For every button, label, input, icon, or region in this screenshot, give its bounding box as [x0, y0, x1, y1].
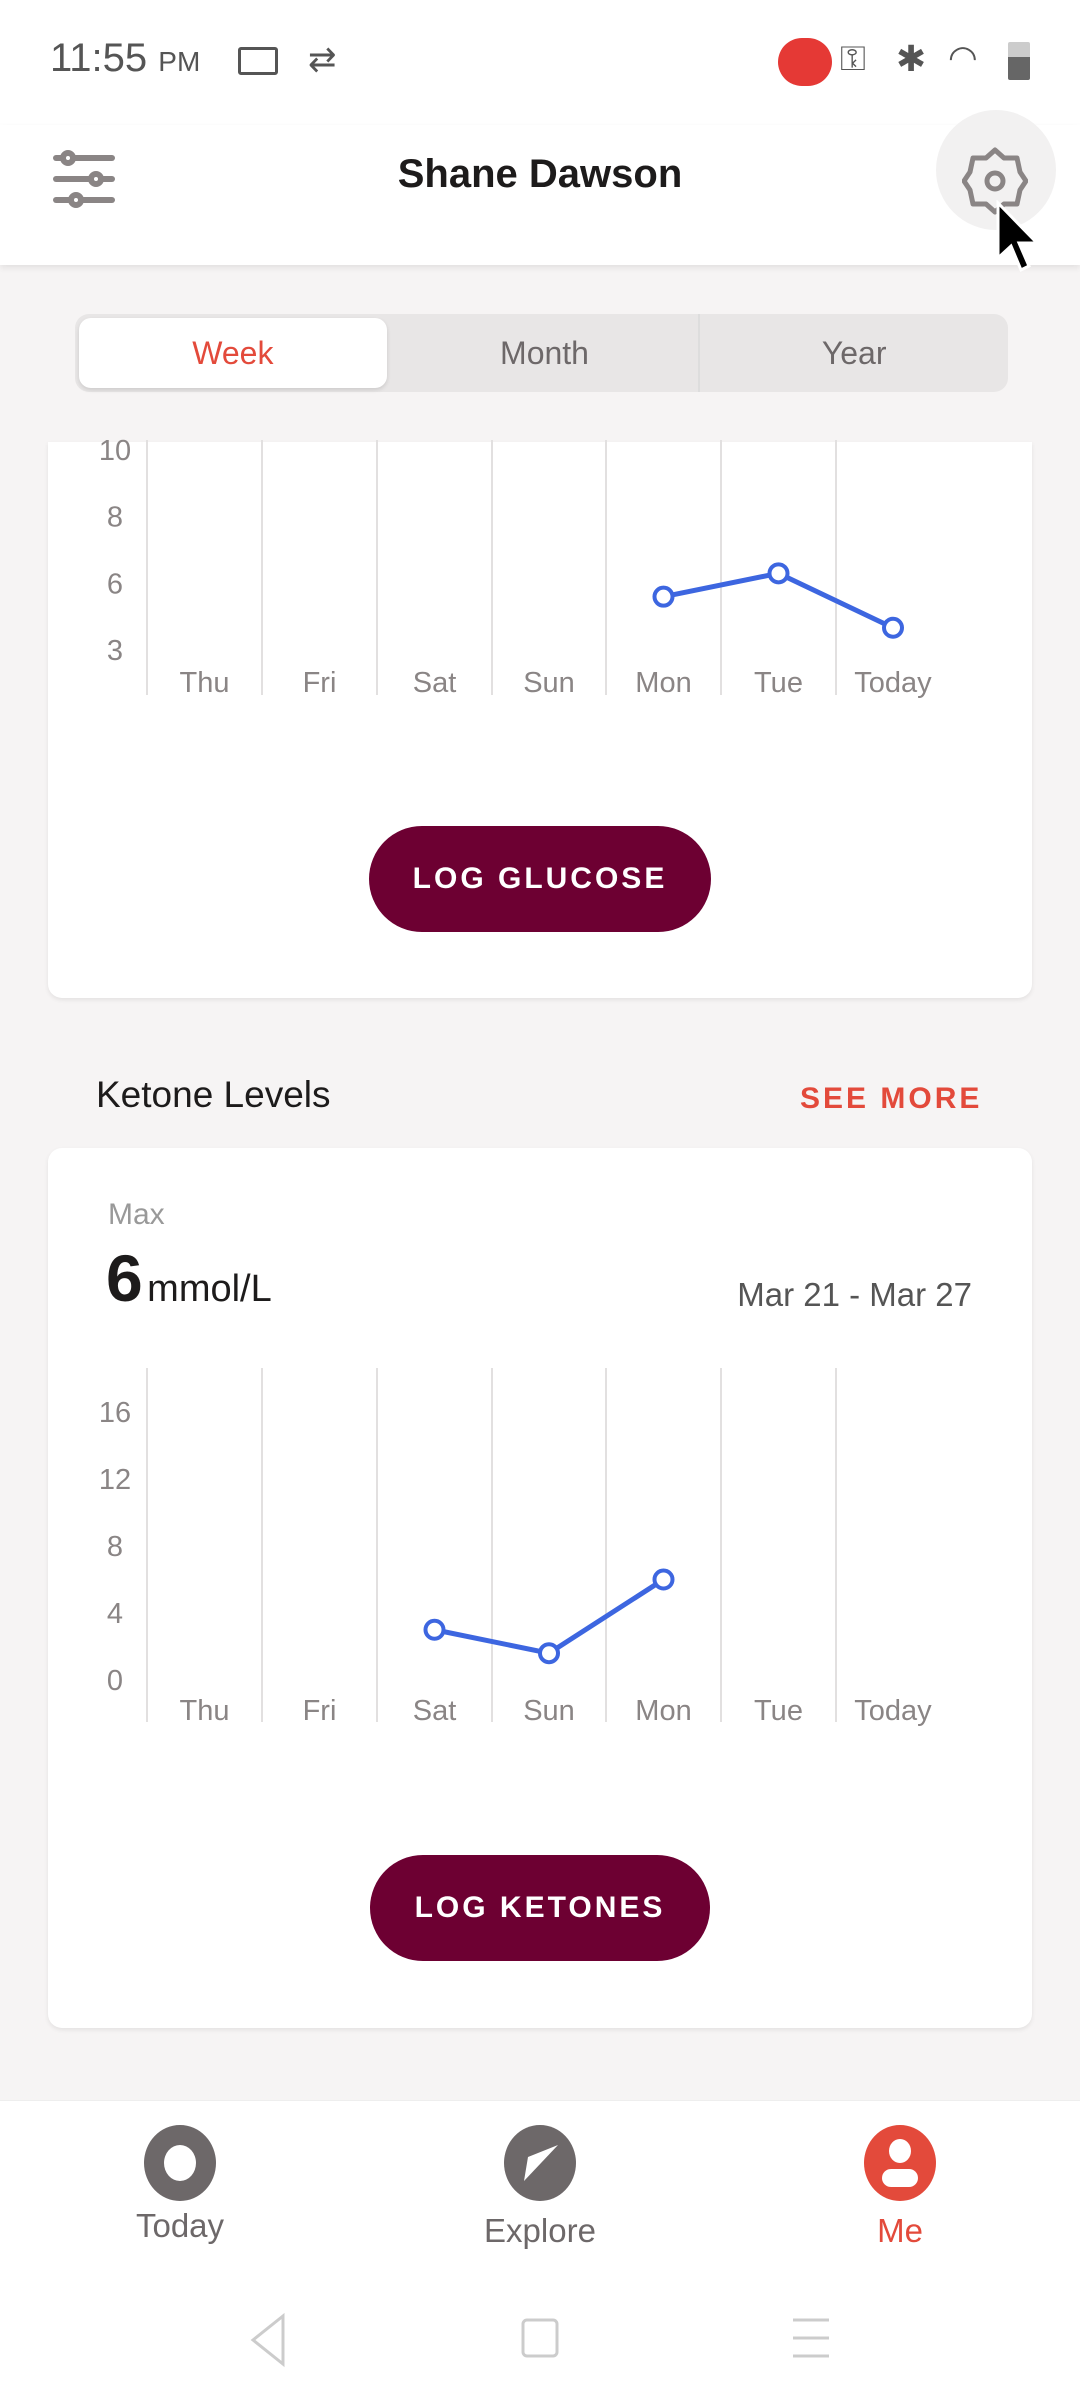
system-nav [250, 2312, 829, 2368]
compass-icon [504, 2125, 576, 2201]
today-ring-icon [144, 2125, 216, 2201]
data-point [423, 1618, 446, 1641]
data-point [652, 1568, 675, 1591]
series-line [433, 1577, 665, 1656]
nav-today[interactable]: Today [80, 2125, 280, 2245]
x-tick-label: Today [854, 1695, 932, 1727]
back-icon[interactable] [250, 2312, 285, 2368]
y-tick-label: 4 [107, 1598, 123, 1630]
person-icon [864, 2125, 936, 2201]
y-tick-label: 12 [99, 1464, 131, 1496]
x-tick-label: Sat [413, 1695, 457, 1727]
y-tick-label: 0 [107, 1665, 123, 1697]
nav-today-label: Today [135, 2207, 225, 2244]
nav-me-label: Me [877, 2212, 923, 2249]
y-tick-label: 8 [107, 1531, 123, 1563]
log-ketones-button[interactable]: LOG KETONES [370, 1855, 710, 1961]
home-icon[interactable] [521, 2318, 559, 2358]
data-point [538, 1642, 560, 1665]
y-tick-label: 16 [99, 1397, 131, 1429]
ketone-chart: 16 12 8 4 0 Thu Fri Sat Sun Mon Tue Today [99, 1368, 932, 1727]
nav-explore[interactable]: Explore [440, 2125, 640, 2250]
x-tick-label: Tue [754, 1695, 803, 1727]
recents-icon[interactable] [793, 2318, 829, 2358]
x-tick-label: Thu [180, 1695, 230, 1727]
nav-explore-label: Explore [484, 2212, 596, 2249]
x-tick-label: Mon [635, 1695, 691, 1727]
x-tick-label: Fri [303, 1695, 337, 1727]
x-tick-label: Sun [523, 1695, 575, 1727]
nav-me[interactable]: Me [800, 2125, 1000, 2250]
